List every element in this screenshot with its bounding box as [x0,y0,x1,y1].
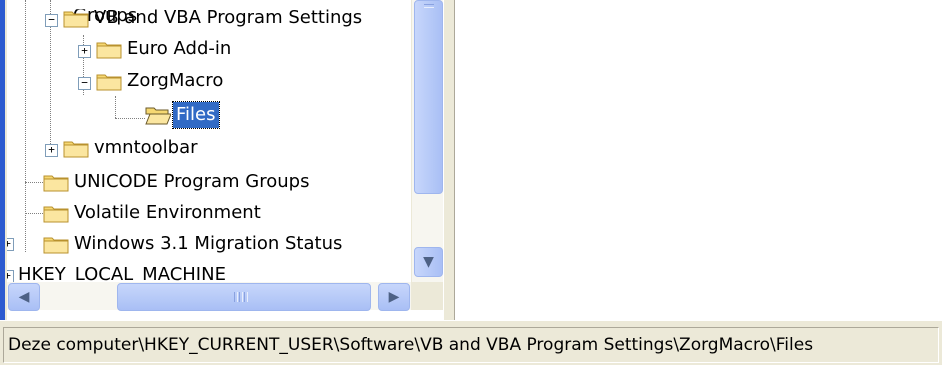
chevron-right-icon: ▶ [388,289,400,305]
pane-splitter[interactable] [443,0,455,320]
folder-icon [96,74,122,91]
scroll-left-button[interactable]: ◀ [8,283,40,311]
scrollbar-corner [411,282,443,310]
values-pane[interactable] [455,0,942,320]
chevron-left-icon: ◀ [18,289,30,305]
open-folder-icon [145,107,171,125]
tree-horizontal-scrollbar[interactable]: ◀ ▶ [7,282,411,311]
expand-icon[interactable]: + [45,144,58,157]
folder-icon [43,237,69,254]
tree-item-label-selected[interactable]: Files [172,101,220,129]
expand-icon[interactable]: + [7,238,14,251]
registry-editor-window: Program Groups − VB and VBA Program Sett… [0,0,942,365]
tree-connector-line [115,96,116,118]
tree-item-label[interactable]: ZorgMacro [124,68,226,94]
tree-item-label[interactable]: Windows 3.1 Migration Status [71,231,345,257]
folder-icon [43,206,69,223]
scroll-grip [234,292,238,302]
scroll-down-button[interactable]: ▼ [414,247,443,277]
tree-item-label[interactable]: Euro Add-in [124,36,234,62]
tree-connector-line [115,118,145,119]
chevron-down-icon: ▼ [423,254,434,270]
horizontal-scroll-thumb[interactable] [117,283,371,311]
expand-icon[interactable]: + [78,45,91,58]
folder-icon [63,11,89,28]
tree-item-label[interactable]: vmntoolbar [91,135,201,161]
tree-vertical-scrollbar[interactable]: ▼ [411,0,444,282]
scroll-grip [424,4,434,8]
status-path: Deze computer\HKEY_CURRENT_USER\Software… [3,327,939,363]
tree-item-label[interactable]: Volatile Environment [71,200,264,226]
folder-icon [43,175,69,192]
scroll-grip [239,292,243,302]
tree-item-label[interactable]: HKEY_LOCAL_MACHINE [15,262,229,282]
folder-icon [96,42,122,59]
registry-tree[interactable]: Program Groups − VB and VBA Program Sett… [7,0,443,282]
tree-connector-line [25,0,26,252]
collapse-icon[interactable]: − [78,77,91,90]
scroll-grip [244,292,248,302]
tree-item-label[interactable]: VB and VBA Program Settings [91,5,365,31]
vertical-scroll-thumb[interactable] [414,0,443,194]
expand-icon[interactable]: + [7,270,14,282]
collapse-icon[interactable]: − [45,14,58,27]
status-bar: Deze computer\HKEY_CURRENT_USER\Software… [0,320,942,365]
scroll-right-button[interactable]: ▶ [378,283,410,311]
tree-connector-line [25,213,43,214]
tree-item-label[interactable]: UNICODE Program Groups [71,169,313,195]
folder-icon [63,141,89,158]
tree-connector-line [25,182,43,183]
